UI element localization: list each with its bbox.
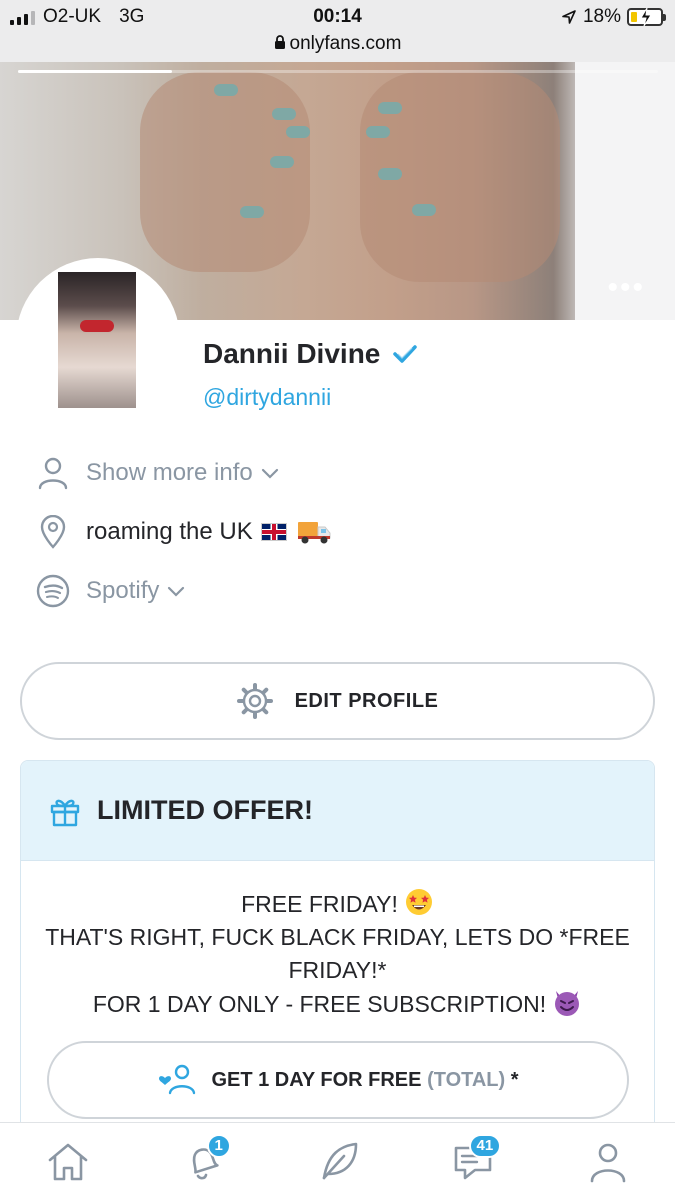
get-free-day-label: GET 1 DAY FOR FREE	[211, 1068, 422, 1091]
offer-line-1: FREE FRIDAY!	[241, 891, 398, 917]
profile-username[interactable]: @dirtydannii	[203, 384, 331, 411]
show-more-label: Show more info	[86, 459, 253, 486]
user-icon	[36, 456, 70, 490]
avatar-image	[58, 272, 136, 408]
battery-percent: 18%	[582, 6, 621, 27]
total-label: (TOTAL)	[427, 1068, 506, 1091]
lock-icon	[274, 35, 285, 49]
location-arrow-icon	[562, 10, 576, 24]
gift-icon	[50, 799, 80, 826]
notifications-badge: 1	[206, 1133, 231, 1158]
smiling-devil-emoji-icon	[555, 991, 580, 1016]
spotify-row[interactable]: Spotify	[36, 574, 185, 608]
home-icon	[48, 1143, 87, 1180]
truck-icon	[297, 522, 331, 544]
leaf-icon	[322, 1142, 357, 1179]
messages-badge: 41	[468, 1133, 502, 1158]
limited-offer-card: LIMITED OFFER! FREE FRIDAY! THAT'S RIGHT…	[20, 760, 655, 1160]
show-more-info[interactable]: Show more info	[36, 456, 279, 490]
nav-home[interactable]	[38, 1132, 98, 1192]
chevron-down-icon	[168, 586, 185, 597]
nav-messages[interactable]: 41	[443, 1132, 503, 1192]
profile-name: Dannii Divine	[203, 338, 381, 369]
location-text: roaming the UK	[86, 518, 253, 545]
url-bar[interactable]: onlyfans.com	[0, 33, 675, 55]
star-struck-emoji-icon	[405, 889, 432, 915]
uk-flag-icon	[260, 523, 287, 541]
spotify-icon	[36, 574, 70, 608]
offer-title: LIMITED OFFER!	[97, 795, 313, 825]
location-row: roaming the UK	[36, 515, 331, 549]
spotify-label: Spotify	[86, 577, 160, 604]
offer-line-3: FOR 1 DAY ONLY - FREE SUBSCRIPTION!	[92, 991, 547, 1017]
subscribe-user-heart-icon	[159, 1064, 196, 1095]
status-bar: O2-UK 3G 00:14 onlyfans.com 18%	[0, 0, 675, 62]
location-pin-icon	[36, 515, 70, 549]
status-right: 18%	[561, 6, 666, 28]
more-options-icon[interactable]: •••	[607, 273, 645, 303]
get-free-day-button[interactable]: GET 1 DAY FOR FREE (TOTAL) *	[47, 1041, 629, 1119]
offer-line-2: THAT'S RIGHT, FUCK BLACK FRIDAY, LETS DO…	[45, 924, 630, 983]
nav-profile[interactable]	[578, 1132, 638, 1192]
edit-profile-label: EDIT PROFILE	[294, 689, 439, 712]
profile-name-row: Dannii Divine	[203, 338, 418, 370]
offer-header: LIMITED OFFER!	[21, 761, 654, 861]
chevron-down-icon	[261, 468, 278, 479]
nav-notifications[interactable]: 1	[173, 1132, 233, 1192]
battery-icon	[627, 7, 666, 27]
story-progress	[18, 70, 658, 73]
avatar[interactable]	[16, 258, 180, 422]
asterisk-label: *	[510, 1068, 519, 1091]
bottom-nav: 1 41	[0, 1122, 675, 1200]
gear-icon	[236, 683, 273, 719]
user-icon	[590, 1143, 625, 1182]
edit-profile-button[interactable]: EDIT PROFILE	[20, 662, 655, 740]
url-text: onlyfans.com	[289, 33, 402, 54]
offer-description: FREE FRIDAY! THAT'S RIGHT, FUCK BLACK FR…	[21, 861, 654, 1021]
verified-icon	[393, 345, 418, 363]
nav-feed[interactable]	[308, 1132, 368, 1192]
